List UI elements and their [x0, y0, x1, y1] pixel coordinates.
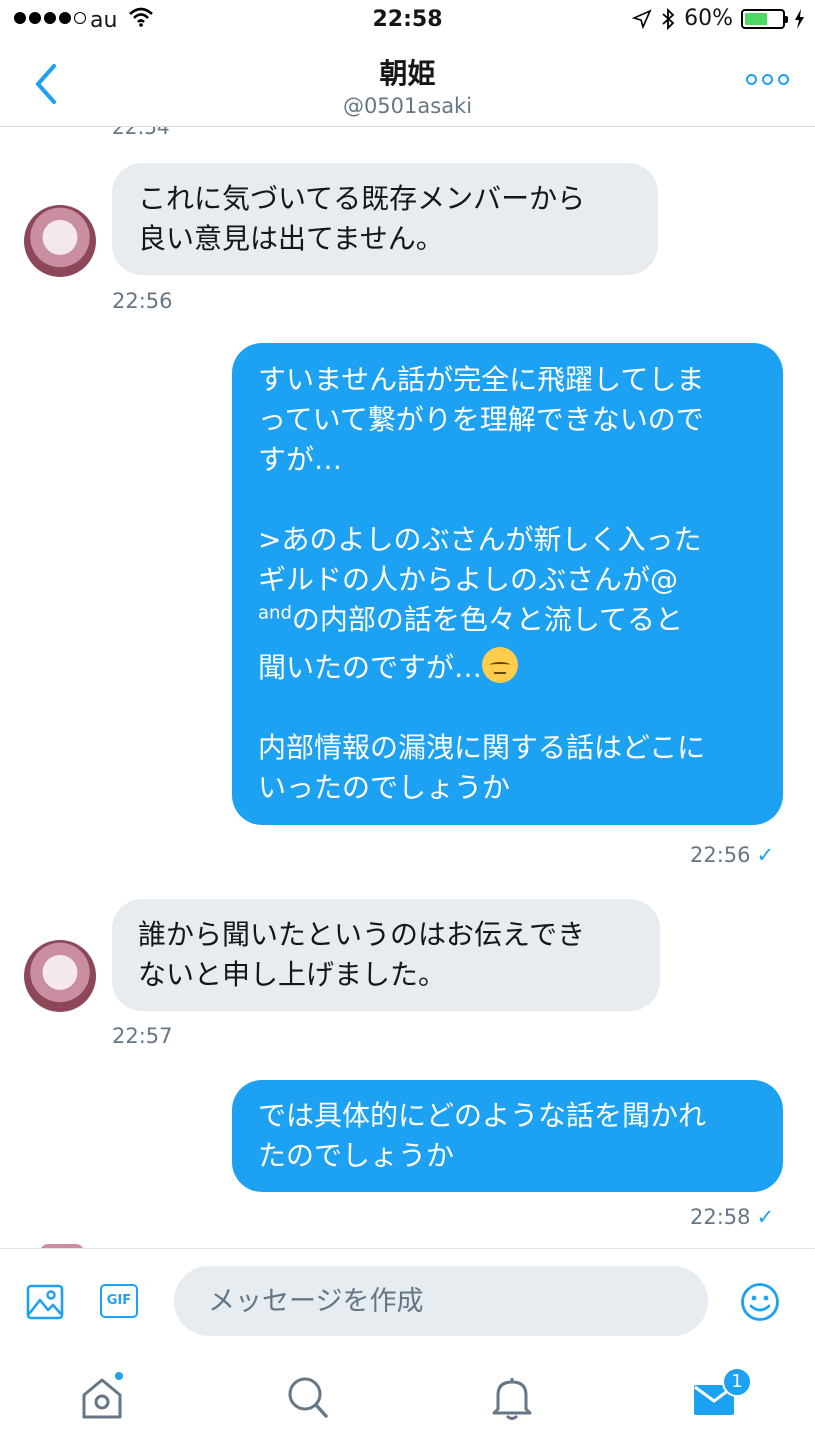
message-line: >あのよしのぶさんが新しく入った	[258, 523, 702, 556]
battery-level-fill	[745, 12, 767, 25]
conversation-header: 朝姫 @0501asaki	[0, 42, 815, 127]
message-time: 22:58	[690, 1205, 751, 1229]
message-line: 聞いたのですが…	[258, 647, 757, 688]
message-line: っていて繋がりを理解できないので	[258, 403, 704, 436]
message-timestamp: 22:56	[112, 289, 173, 313]
message-line: すが…	[258, 443, 343, 476]
message-timestamp: 22:58 ✓	[690, 1205, 774, 1229]
message-line-text: 聞いたのですが…	[258, 651, 483, 684]
incoming-message-bubble[interactable]: 誰から聞いたというのはお伝えでき ないと申し上げました。	[112, 899, 660, 1011]
message-line-text: の内部の話を色々と流してると	[291, 603, 684, 636]
gif-button[interactable]: GIF	[100, 1284, 138, 1318]
message-line: 内部情報の漏洩に関する話はどこに	[258, 731, 706, 764]
battery-icon	[741, 8, 788, 29]
message-line: andの内部の話を色々と流してると	[258, 600, 757, 640]
message-superscript: and	[258, 602, 292, 624]
charging-bolt-icon	[795, 8, 804, 29]
bottom-tab-bar: 1	[0, 1353, 815, 1448]
message-timestamp: 22:57	[112, 1024, 173, 1048]
conversation-handle: @0501asaki	[342, 94, 473, 118]
message-thread[interactable]: 22:54 これに気づいてる既存メンバーから 良い意見は出てません。 22:56…	[0, 127, 815, 1248]
message-line: すいません話が完全に飛躍してしま	[258, 363, 705, 396]
sender-avatar[interactable]	[24, 205, 96, 277]
sent-check-icon: ✓	[756, 1205, 775, 1229]
incoming-message-bubble[interactable]: これに気づいてる既存メンバーから 良い意見は出てません。	[112, 163, 658, 275]
sender-avatar[interactable]	[24, 940, 96, 1012]
emoji-picker-icon[interactable]	[740, 1282, 780, 1322]
sent-check-icon: ✓	[756, 843, 775, 867]
message-line: これに気づいてる既存メンバーから	[138, 182, 586, 215]
message-line: ないと申し上げました。	[138, 958, 447, 991]
message-line: たのでしょうか	[258, 1139, 455, 1172]
home-unread-dot	[113, 1370, 125, 1382]
bluetooth-icon	[662, 7, 675, 30]
message-line: ギルドの人からよしのぶさんが@	[258, 563, 679, 596]
status-bar: au 22:58 60%	[0, 0, 815, 42]
notifications-tab-icon[interactable]	[490, 1375, 534, 1421]
message-input[interactable]	[174, 1266, 708, 1336]
outgoing-message-bubble[interactable]: では具体的にどのような話を聞かれ たのでしょうか	[232, 1080, 783, 1192]
location-arrow-icon	[632, 8, 652, 29]
conversation-title: 朝姫	[379, 57, 436, 90]
cut-off-timestamp: 22:54	[112, 127, 170, 139]
messages-unread-badge: 1	[722, 1367, 752, 1397]
message-line: いったのでしょうか	[258, 771, 511, 804]
battery-percent: 60%	[684, 6, 733, 31]
pensive-face-emoji-icon	[482, 647, 519, 683]
message-time: 22:56	[690, 843, 751, 867]
message-timestamp: 22:56 ✓	[690, 843, 774, 867]
outgoing-message-bubble[interactable]: すいません話が完全に飛躍してしま っていて繋がりを理解できないので すが… >あ…	[232, 343, 783, 825]
message-composer: GIF	[0, 1248, 815, 1353]
message-line: 良い意見は出てません。	[138, 222, 444, 255]
image-attach-icon[interactable]	[26, 1284, 64, 1320]
message-line: 誰から聞いたというのはお伝えでき	[138, 918, 586, 951]
search-tab-icon[interactable]	[286, 1375, 330, 1421]
more-options-icon[interactable]	[746, 74, 789, 85]
message-line: では具体的にどのような話を聞かれ	[258, 1099, 707, 1132]
